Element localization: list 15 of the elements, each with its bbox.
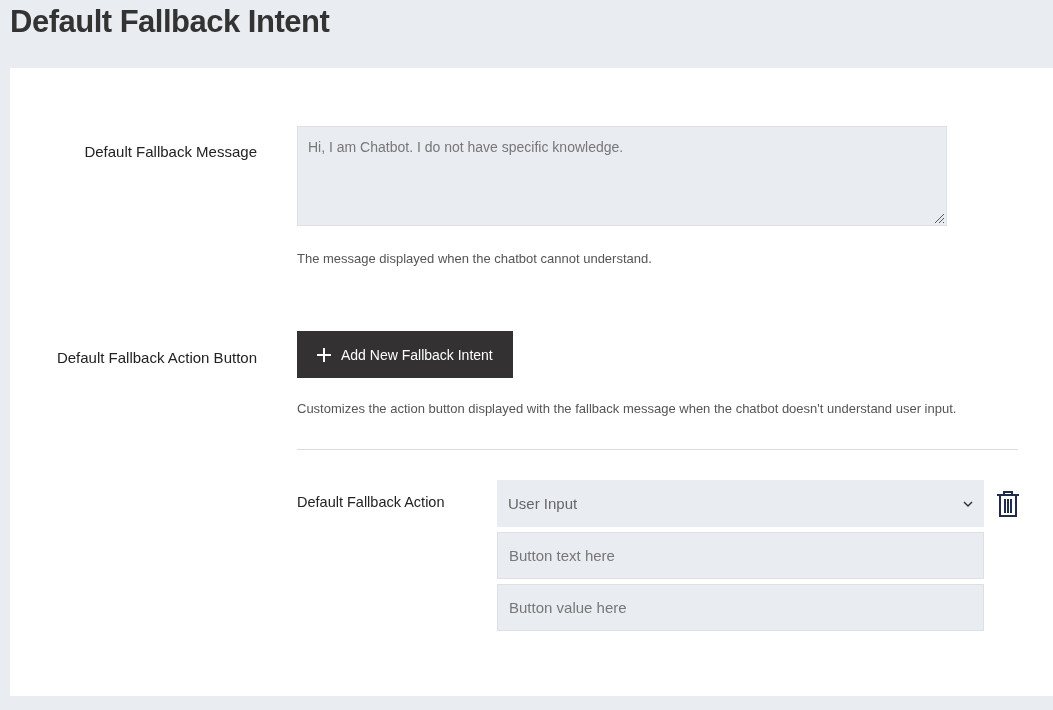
action-select[interactable]: User Input — [497, 480, 984, 527]
input-field[interactable]: Button text here — [497, 532, 984, 579]
page-title: Default Fallback Intent — [9, 3, 331, 41]
trash-icon[interactable] — [996, 489, 1020, 518]
help-text: The message displayed when the chatbot cannot understand. — [297, 251, 653, 266]
resize-grip-icon[interactable] — [933, 212, 945, 224]
field-label: Default Fallback Action Button — [56, 349, 257, 366]
field-label: Default Fallback Message — [84, 143, 257, 160]
add-fallback-intent-button[interactable]: Add New Fallback Intent — [297, 331, 513, 378]
help-text: Customizes the action button displayed with the fallback message when the chatbot doesn't understand user input. — [297, 401, 958, 416]
input-field[interactable]: Button value here — [497, 584, 984, 631]
message-textarea[interactable]: Hi, I am Chatbot. I do not have specific knowledge. — [297, 126, 947, 226]
chevron-down-icon — [962, 499, 974, 508]
field-label: Default Fallback Action — [297, 494, 445, 510]
plus-icon — [317, 347, 331, 362]
